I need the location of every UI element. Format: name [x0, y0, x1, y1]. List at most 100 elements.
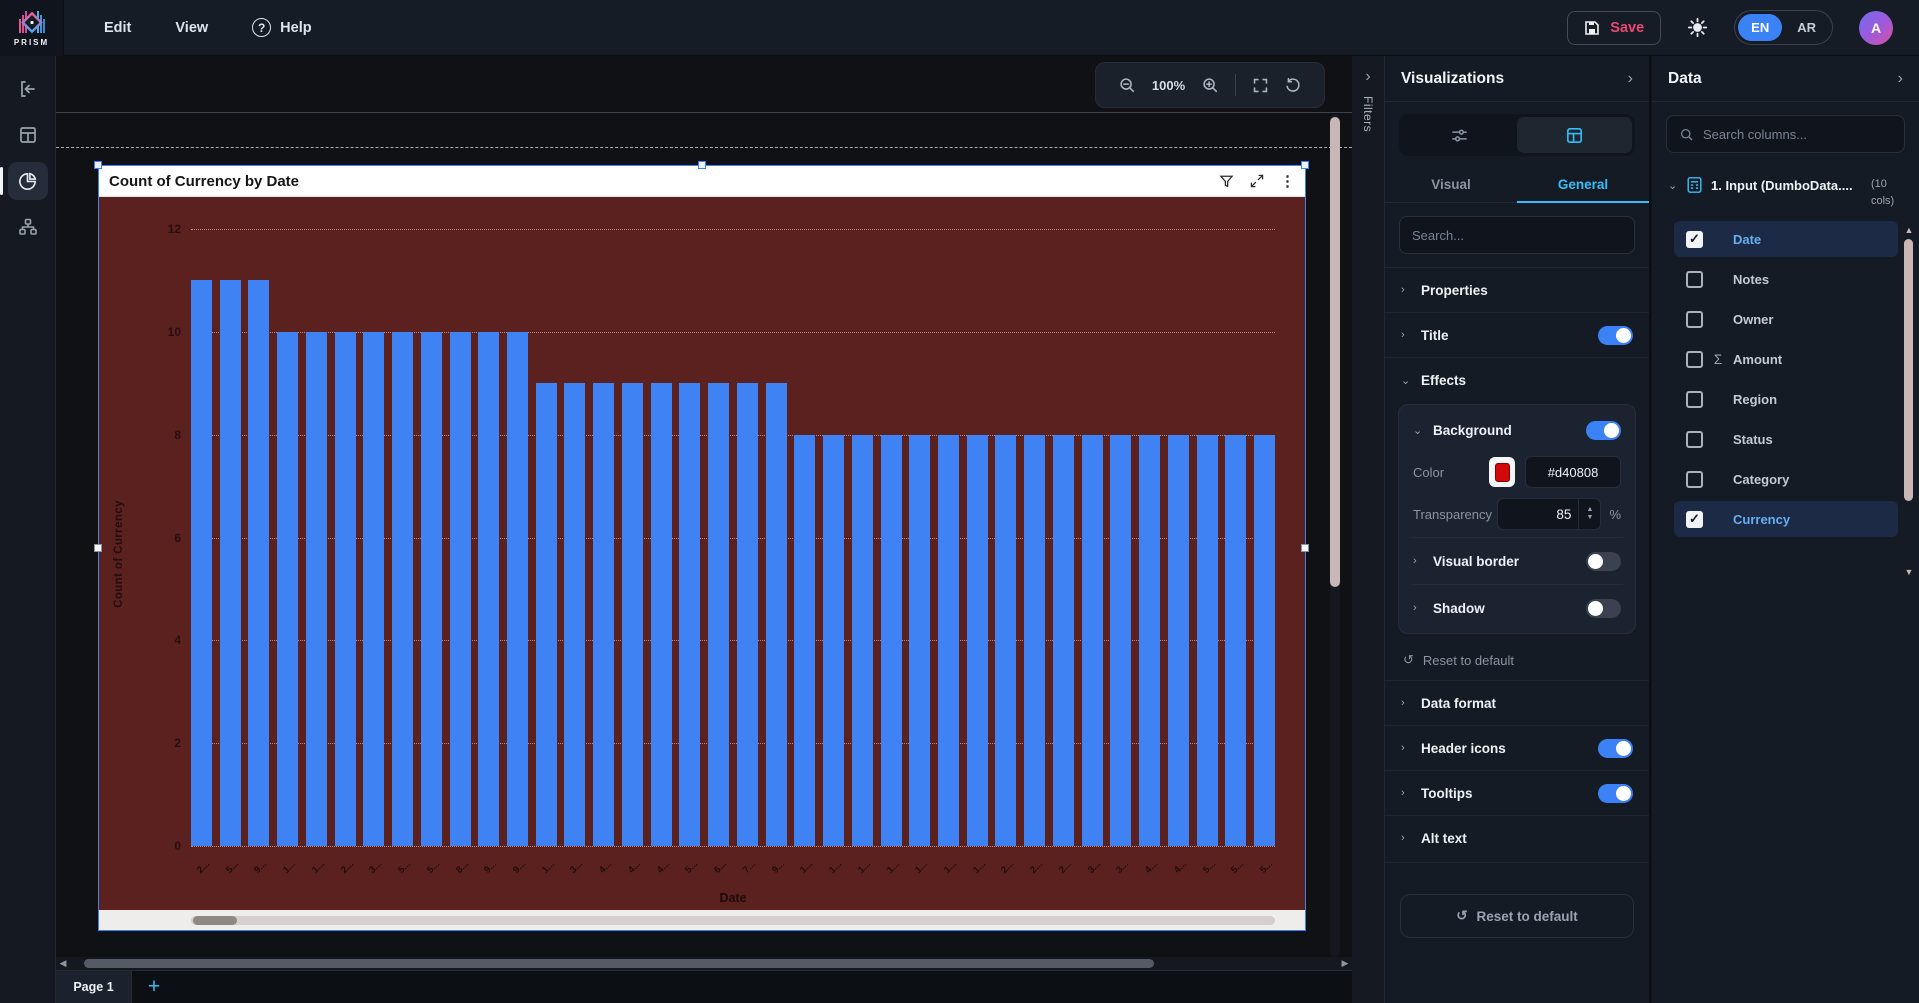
bar[interactable] [363, 332, 384, 846]
bar[interactable] [766, 383, 787, 846]
background-row[interactable]: ⌄ Background [1411, 409, 1623, 451]
field-row-notes[interactable]: Notes [1674, 261, 1898, 297]
color-hex-input[interactable] [1525, 456, 1621, 488]
section-data-format[interactable]: › Data format [1385, 680, 1649, 725]
format-search-input[interactable] [1412, 228, 1622, 243]
title-toggle[interactable] [1598, 326, 1633, 345]
lang-en-button[interactable]: EN [1738, 14, 1782, 41]
theme-toggle-sun-icon[interactable] [1687, 17, 1708, 38]
visual-hscroll-track[interactable] [191, 916, 1275, 925]
bar[interactable] [708, 383, 729, 846]
section-alt-text[interactable]: › Alt text [1385, 815, 1649, 860]
field-row-owner[interactable]: Owner [1674, 301, 1898, 337]
checkbox-checked-icon[interactable]: ✓ [1686, 511, 1703, 528]
shadow-row[interactable]: › Shadow [1411, 587, 1623, 629]
bar[interactable] [1225, 435, 1246, 846]
scroll-up-arrow-icon[interactable]: ▲ [1904, 225, 1914, 235]
section-tooltips[interactable]: › Tooltips [1385, 770, 1649, 815]
field-row-amount[interactable]: ΣAmount [1674, 341, 1898, 377]
header-icons-toggle[interactable] [1598, 739, 1633, 758]
field-row-status[interactable]: Status [1674, 421, 1898, 457]
fields-scrollbar[interactable]: ▲ ▼ [1904, 225, 1914, 577]
bar[interactable] [1082, 435, 1103, 846]
fit-to-screen-icon[interactable] [1252, 77, 1269, 94]
bar[interactable] [622, 383, 643, 846]
save-button[interactable]: Save [1567, 11, 1661, 45]
bar[interactable] [1197, 435, 1218, 846]
zoom-out-icon[interactable] [1118, 76, 1136, 94]
fields-scroll-thumb[interactable] [1904, 239, 1913, 501]
tab-general[interactable]: General [1517, 166, 1649, 202]
bar[interactable] [421, 332, 442, 846]
section-header-icons[interactable]: › Header icons [1385, 725, 1649, 770]
checkbox-unchecked-icon[interactable] [1686, 271, 1703, 288]
checkbox-unchecked-icon[interactable] [1686, 471, 1703, 488]
collapse-panel-icon[interactable] [8, 70, 48, 108]
tab-visual[interactable]: Visual [1385, 166, 1517, 202]
shadow-toggle[interactable] [1586, 599, 1621, 618]
scroll-right-arrow-icon[interactable]: ▶ [1338, 958, 1352, 969]
bar[interactable] [967, 435, 988, 846]
bar[interactable] [794, 435, 815, 846]
bar[interactable] [191, 280, 212, 846]
reset-to-default-button[interactable]: ↺ Reset to default [1400, 894, 1634, 938]
bar[interactable] [938, 435, 959, 846]
background-toggle[interactable] [1586, 421, 1621, 440]
visual-border-row[interactable]: › Visual border [1411, 540, 1623, 582]
add-page-button[interactable]: + [132, 971, 176, 1003]
bar[interactable] [335, 332, 356, 846]
visualizations-collapse-chevron-icon[interactable]: › [1628, 70, 1633, 88]
bar[interactable] [593, 383, 614, 846]
resize-handle-left[interactable] [94, 544, 102, 552]
bar[interactable] [220, 280, 241, 846]
bar[interactable] [1139, 435, 1160, 846]
bar[interactable] [995, 435, 1016, 846]
dataset-tree-item[interactable]: ⌄ 1. Input (DumboData.... (10 cols) [1652, 166, 1919, 217]
bar[interactable] [306, 332, 327, 846]
section-title[interactable]: › Title [1385, 312, 1649, 357]
resize-handle-top-center[interactable] [698, 161, 706, 169]
canvas-horizontal-scrollbar[interactable]: ◀ ▶ [56, 957, 1352, 970]
scroll-down-arrow-icon[interactable]: ▼ [1904, 567, 1914, 577]
checkbox-checked-icon[interactable]: ✓ [1686, 231, 1703, 248]
resize-handle-top-left[interactable] [94, 161, 102, 169]
field-row-date[interactable]: ✓Date [1674, 221, 1898, 257]
bar[interactable] [536, 383, 557, 846]
section-effects[interactable]: ⌄ Effects [1385, 357, 1649, 402]
bar[interactable] [1110, 435, 1131, 846]
zoom-in-icon[interactable] [1201, 76, 1219, 94]
bar[interactable] [909, 435, 930, 846]
bar[interactable] [1254, 435, 1275, 846]
bar[interactable] [478, 332, 499, 846]
bar[interactable] [507, 332, 528, 846]
transparency-input[interactable] [1498, 507, 1578, 522]
menu-view[interactable]: View [175, 20, 208, 36]
menu-edit[interactable]: Edit [104, 20, 131, 36]
build-visual-tab-sliders-icon[interactable] [1402, 117, 1517, 153]
page-tab[interactable]: Page 1 [56, 971, 132, 1003]
visual-hscroll-thumb[interactable] [193, 916, 237, 925]
checkbox-unchecked-icon[interactable] [1686, 391, 1703, 408]
checkbox-unchecked-icon[interactable] [1686, 431, 1703, 448]
focus-mode-icon[interactable] [1250, 174, 1264, 188]
charts-pie-icon[interactable] [8, 162, 48, 200]
bar[interactable] [277, 332, 298, 846]
format-visual-tab-layout-icon[interactable] [1517, 117, 1632, 153]
tooltips-toggle[interactable] [1598, 784, 1633, 803]
field-row-currency[interactable]: ✓Currency [1674, 501, 1898, 537]
filters-expand-chevron-icon[interactable]: › [1365, 68, 1370, 86]
bar[interactable] [679, 383, 700, 846]
bar[interactable] [1053, 435, 1074, 846]
resize-handle-right[interactable] [1301, 544, 1309, 552]
checkbox-unchecked-icon[interactable] [1686, 351, 1703, 368]
dashboard-layout-icon[interactable] [8, 116, 48, 154]
reset-view-icon[interactable] [1285, 77, 1302, 94]
bar[interactable] [737, 383, 758, 846]
color-swatch-button[interactable] [1489, 457, 1515, 487]
resize-handle-top-right[interactable] [1301, 161, 1309, 169]
filters-collapsed-panel[interactable]: › Filters [1352, 56, 1385, 1003]
app-logo[interactable]: PRISM [0, 0, 64, 56]
reset-to-default-link[interactable]: ↺ Reset to default [1385, 642, 1649, 680]
scroll-left-arrow-icon[interactable]: ◀ [56, 958, 70, 969]
field-row-category[interactable]: Category [1674, 461, 1898, 497]
